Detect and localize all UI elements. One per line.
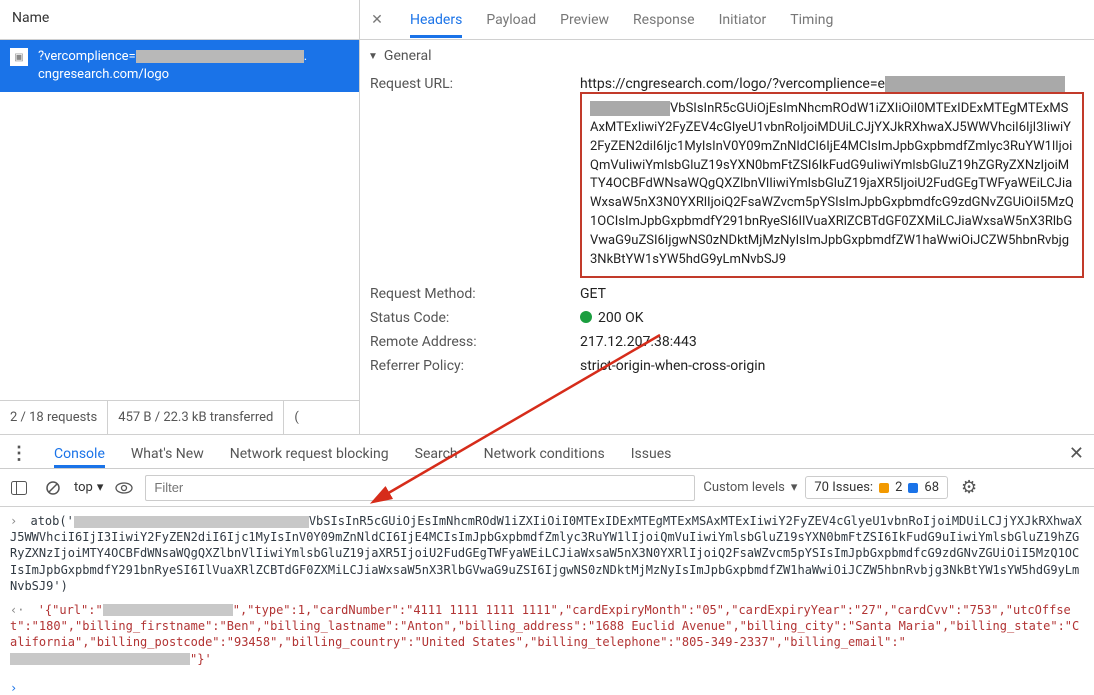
tab-timing[interactable]: Timing (790, 2, 833, 38)
chevron-down-icon: ▾ (791, 480, 798, 495)
status-dot-icon (580, 311, 592, 323)
request-name-line1: ?vercomplience= (38, 49, 136, 64)
requests-header: Name (0, 0, 359, 40)
requests-count: 2 / 18 requests (0, 401, 108, 434)
collapse-icon: ▼ (368, 51, 378, 62)
request-method-value: GET (580, 286, 1084, 302)
drawer-tab-search[interactable]: Search (415, 440, 458, 468)
context-selector[interactable]: top▾ (74, 480, 103, 495)
drawer-tab-whats-new[interactable]: What's New (131, 440, 204, 468)
console-toolbar: top▾ Custom levels▾ 70 Issues: 2 68 ⚙ (0, 469, 1094, 507)
log-levels-selector[interactable]: Custom levels▾ (703, 480, 797, 495)
status-code-label: Status Code: (370, 310, 570, 326)
redacted-block (103, 604, 233, 616)
redacted-block (74, 516, 309, 528)
remote-address-label: Remote Address: (370, 334, 570, 350)
details-tabs: ✕ Headers Payload Preview Response Initi… (360, 0, 1094, 40)
console-output[interactable]: › atob('VbSIsInR5cGUiOjEsImNhcmROdW1iZXI… (0, 507, 1094, 681)
request-name-line2: cngresearch.com/logo (38, 66, 349, 84)
status-code-value: 200 OK (580, 310, 1084, 326)
requests-panel: Name ▣ ?vercomplience=. cngresearch.com/… (0, 0, 360, 434)
details-panel: ✕ Headers Payload Preview Response Initi… (360, 0, 1094, 434)
console-settings-icon[interactable]: ⚙ (956, 475, 982, 501)
drawer-tab-issues[interactable]: Issues (631, 440, 672, 468)
drawer-menu-button[interactable]: ⋮ (10, 443, 28, 464)
drawer-tabs: ⋮ Console What's New Network request blo… (0, 435, 1094, 469)
request-url-highlight-box: VbSIsInR5cGUiOjEsImNhcmROdW1iZXIiOiI0MTE… (580, 92, 1084, 278)
remote-address-value: 217.12.207.38:443 (580, 334, 1084, 350)
issues-button[interactable]: 70 Issues: 2 68 (805, 476, 948, 499)
tab-headers[interactable]: Headers (410, 2, 462, 38)
redacted-block (885, 76, 1065, 92)
live-expression-icon[interactable] (111, 475, 137, 501)
redacted-block (590, 101, 670, 116)
broken-image-icon: ▣ (10, 48, 28, 66)
console-prompt[interactable]: › (0, 681, 1094, 695)
clear-console-icon[interactable] (40, 475, 66, 501)
request-url-label: Request URL: (370, 76, 570, 278)
sidebar-toggle-icon[interactable] (6, 475, 32, 501)
requests-transfer: 457 B / 22.3 kB transferred (108, 401, 284, 434)
issues-info-icon (908, 483, 918, 493)
request-url-value: https://cngresearch.com/logo/?vercomplie… (580, 76, 1084, 278)
general-section-header[interactable]: ▼ General (360, 40, 1094, 72)
tab-payload[interactable]: Payload (486, 2, 536, 38)
requests-footer: 2 / 18 requests 457 B / 22.3 kB transfer… (0, 400, 359, 434)
referrer-policy-label: Referrer Policy: (370, 358, 570, 374)
issues-warning-icon (879, 483, 889, 493)
general-label: General (384, 48, 432, 64)
redacted-block (136, 50, 304, 63)
redacted-block (10, 653, 190, 665)
console-input-text: atob('VbSIsInR5cGUiOjEsImNhcmROdW1iZXIiO… (10, 514, 1082, 593)
output-caret-icon: ‹· (10, 603, 24, 617)
console-result-text: '{"url":"","type":1,"cardNumber":"4111 1… (10, 603, 1079, 666)
drawer-close-button[interactable]: ✕ (1069, 443, 1084, 464)
drawer-panel: ⋮ Console What's New Network request blo… (0, 435, 1094, 695)
console-filter-input[interactable] (145, 475, 695, 501)
chevron-down-icon: ▾ (97, 480, 104, 495)
request-method-label: Request Method: (370, 286, 570, 302)
drawer-tab-console[interactable]: Console (54, 440, 105, 468)
input-caret-icon: › (10, 514, 17, 528)
close-details-button[interactable]: ✕ (368, 12, 386, 28)
referrer-policy-value: strict-origin-when-cross-origin (580, 358, 1084, 374)
drawer-tab-nrb[interactable]: Network request blocking (230, 440, 389, 468)
drawer-tab-nc[interactable]: Network conditions (484, 440, 605, 468)
request-row[interactable]: ▣ ?vercomplience=. cngresearch.com/logo (0, 40, 359, 92)
requests-trail: ( (284, 401, 308, 434)
tab-response[interactable]: Response (633, 2, 695, 38)
tab-preview[interactable]: Preview (560, 2, 609, 38)
tab-initiator[interactable]: Initiator (719, 2, 767, 38)
request-row-titles: ?vercomplience=. cngresearch.com/logo (38, 48, 349, 84)
